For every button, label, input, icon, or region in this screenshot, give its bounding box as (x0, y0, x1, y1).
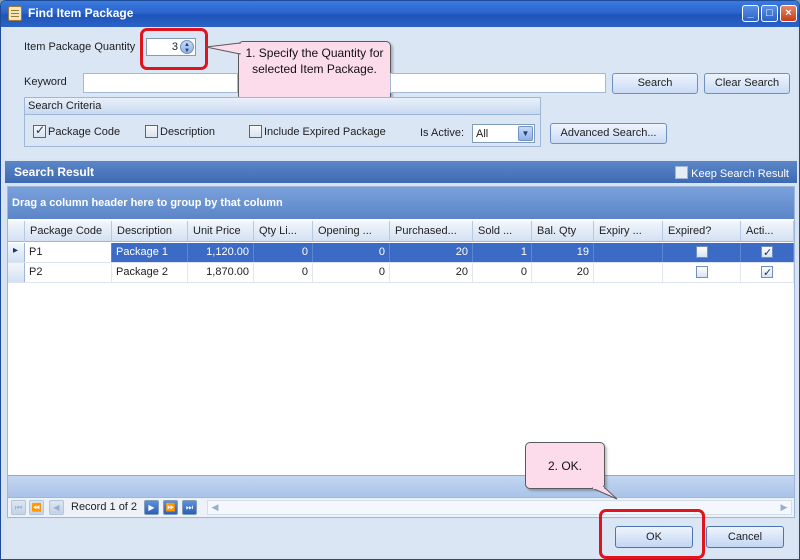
column-opening[interactable]: Opening ... (313, 221, 390, 242)
cell-bal-qty[interactable]: 20 (532, 263, 594, 282)
column-qty-limit[interactable]: Qty Li... (254, 221, 313, 242)
callout-step1-pointer (206, 42, 241, 55)
cell-qty-limit[interactable]: 0 (254, 263, 313, 282)
title-bar: Find Item Package _ □ × (1, 1, 799, 27)
chevron-down-icon[interactable]: ▼ (518, 126, 533, 141)
next-record-icon[interactable]: ▶ (144, 500, 159, 515)
group-by-panel[interactable]: Drag a column header here to group by th… (8, 187, 794, 219)
cell-package-code[interactable]: P1 (25, 243, 112, 262)
table-row[interactable]: P2 Package 2 1,870.00 0 0 20 0 20 (8, 263, 794, 283)
first-record-icon[interactable]: ⏮ (11, 500, 26, 515)
find-item-package-window: Find Item Package _ □ × Item Package Qua… (0, 0, 800, 560)
grid-footer (8, 475, 794, 497)
cell-unit-price[interactable]: 1,870.00 (188, 263, 254, 282)
cell-opening[interactable]: 0 (313, 243, 390, 262)
close-button[interactable]: × (780, 5, 797, 22)
quantity-highlight (140, 28, 208, 70)
scroll-left-icon[interactable]: ◀ (208, 501, 222, 514)
keyword-input[interactable] (83, 73, 238, 93)
is-active-label: Is Active: (420, 127, 465, 139)
active-checkbox[interactable] (761, 264, 773, 282)
table-row[interactable]: P1 Package 1 1,120.00 0 0 20 1 19 (8, 243, 794, 263)
app-document-icon (8, 6, 22, 21)
callout-step1: 1. Specify the Quantity for selected Ite… (238, 41, 391, 101)
expired-checkbox[interactable] (696, 246, 708, 258)
column-expiry[interactable]: Expiry ... (594, 221, 663, 242)
keyword-input-right[interactable] (390, 73, 606, 93)
callout-step2: 2. OK. (525, 442, 605, 489)
is-active-select[interactable]: All ▼ (472, 124, 535, 143)
callout-step2-text: 2. OK. (547, 459, 582, 473)
search-result-bar: Search Result Keep Search Result (5, 161, 797, 183)
header-indicator (8, 221, 25, 242)
is-active-value: All (476, 128, 489, 140)
cell-expired[interactable] (663, 243, 741, 262)
description-label: Description (160, 126, 216, 138)
cell-bal-qty[interactable]: 19 (532, 243, 594, 262)
clear-search-button[interactable]: Clear Search (704, 73, 790, 94)
row-indicator-arrow-icon (8, 243, 25, 262)
column-expired[interactable]: Expired? (663, 221, 741, 242)
prev-page-icon[interactable]: ⏪ (29, 500, 44, 515)
keep-search-result[interactable]: Keep Search Result (675, 166, 789, 180)
cell-purchased[interactable]: 20 (390, 243, 473, 262)
include-expired-checkbox[interactable] (249, 125, 262, 138)
package-code-label: Package Code (48, 126, 121, 138)
expired-checkbox[interactable] (696, 266, 708, 278)
cell-package-code[interactable]: P2 (25, 263, 112, 282)
cell-opening[interactable]: 0 (313, 263, 390, 282)
search-result-title: Search Result (14, 165, 95, 179)
column-package-code[interactable]: Package Code (25, 221, 112, 242)
search-button[interactable]: Search (612, 73, 698, 94)
prev-record-icon[interactable]: ◀ (49, 500, 64, 515)
record-text: Record 1 of 2 (71, 501, 138, 513)
search-criteria-group: Search Criteria (24, 97, 541, 147)
grid-header: Package Code Description Unit Price Qty … (8, 221, 794, 242)
cell-purchased[interactable]: 20 (390, 263, 473, 282)
cell-active[interactable] (741, 243, 794, 262)
package-code-checkbox[interactable] (33, 123, 46, 138)
keep-search-result-checkbox[interactable] (675, 166, 689, 179)
cell-description[interactable]: Package 1 (112, 243, 188, 262)
active-checkbox[interactable] (761, 244, 773, 262)
minimize-button[interactable]: _ (742, 5, 759, 22)
cell-expired[interactable] (663, 263, 741, 282)
ok-highlight (599, 509, 705, 559)
keep-search-result-label: Keep Search Result (691, 168, 789, 180)
scroll-right-icon[interactable]: ▶ (777, 501, 791, 514)
callout-step2-pointer (591, 487, 618, 500)
advanced-search-button[interactable]: Advanced Search... (550, 123, 667, 144)
column-sold[interactable]: Sold ... (473, 221, 532, 242)
maximize-button[interactable]: □ (761, 5, 778, 22)
column-unit-price[interactable]: Unit Price (188, 221, 254, 242)
cell-qty-limit[interactable]: 0 (254, 243, 313, 262)
cancel-button[interactable]: Cancel (706, 526, 784, 548)
column-purchased[interactable]: Purchased... (390, 221, 473, 242)
callout-step1-text: 1. Specify the Quantity for selected Ite… (245, 46, 384, 76)
results-grid: Drag a column header here to group by th… (7, 186, 795, 498)
cell-active[interactable] (741, 263, 794, 282)
next-page-icon[interactable]: ⏩ (163, 500, 178, 515)
cell-sold[interactable]: 1 (473, 243, 532, 262)
column-description[interactable]: Description (112, 221, 188, 242)
cell-sold[interactable]: 0 (473, 263, 532, 282)
include-expired-label: Include Expired Package (264, 126, 386, 138)
window-title: Find Item Package (28, 6, 134, 20)
cell-unit-price[interactable]: 1,120.00 (188, 243, 254, 262)
keyword-label: Keyword (24, 76, 67, 88)
cell-description[interactable]: Package 2 (112, 263, 188, 282)
last-record-icon[interactable]: ⏭ (182, 500, 197, 515)
search-criteria-header: Search Criteria (25, 98, 540, 115)
column-active[interactable]: Acti... (741, 221, 794, 242)
quantity-label: Item Package Quantity (24, 41, 136, 53)
cell-expiry[interactable] (594, 243, 663, 262)
row-indicator (8, 263, 25, 282)
column-bal-qty[interactable]: Bal. Qty (532, 221, 594, 242)
cell-expiry[interactable] (594, 263, 663, 282)
description-checkbox[interactable] (145, 125, 158, 138)
